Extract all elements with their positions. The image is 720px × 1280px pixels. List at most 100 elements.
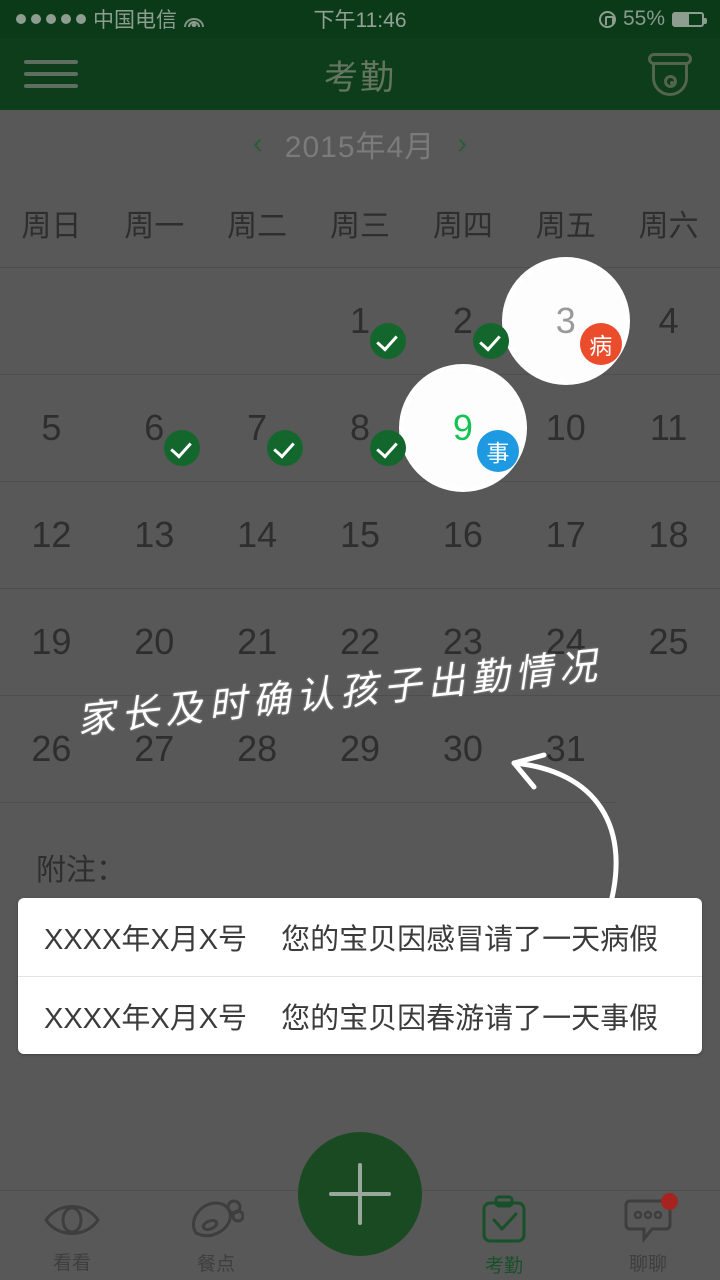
weekday-label-4: 周四 xyxy=(432,209,493,243)
day-number: 7 xyxy=(247,407,268,448)
day-number: 17 xyxy=(545,514,586,555)
tab-餐点[interactable]: 餐点 xyxy=(144,1191,288,1280)
calendar-day-14[interactable]: 14 xyxy=(205,482,309,589)
chat-bubble-icon xyxy=(622,1192,678,1243)
attendance-screen: 中国电信 下午11:46 55% 考勤 ‹ 2015年4月 › 周日 周一 周二 周三… xyxy=(0,0,720,1280)
tab-聊聊[interactable]: 聊聊 xyxy=(576,1191,720,1280)
status-bar: 中国电信 下午11:46 55% xyxy=(0,0,720,38)
page-title: 考勤 xyxy=(324,58,396,97)
calendar-day-16[interactable]: 16 xyxy=(411,482,515,589)
note-row[interactable]: XXXX年X月X号 您的宝贝因春游请了一天事假 xyxy=(18,976,702,1054)
day-number: 3 xyxy=(555,300,576,341)
unread-badge xyxy=(661,1192,678,1210)
calendar-day-3[interactable]: 3病 xyxy=(501,257,630,385)
weekday-label-1: 周一 xyxy=(124,209,185,243)
calendar-day-5[interactable]: 5 xyxy=(0,375,103,482)
day-number: 6 xyxy=(144,407,165,448)
day-number: 8 xyxy=(349,407,370,448)
day-number: 11 xyxy=(649,407,688,448)
calendar-cell-empty xyxy=(205,268,309,375)
tab-考勤[interactable]: 考勤 xyxy=(432,1191,576,1280)
next-month-button[interactable]: › xyxy=(457,129,467,159)
calendar-day-7[interactable]: 7 xyxy=(205,375,309,482)
day-number: 20 xyxy=(134,621,175,662)
weekday-label-2: 周二 xyxy=(227,209,288,243)
attendance-check-icon xyxy=(369,323,406,359)
dome-camera-icon[interactable] xyxy=(644,51,696,97)
day-number: 25 xyxy=(648,621,689,662)
weekday-label-5: 周五 xyxy=(535,209,596,243)
day-number: 2 xyxy=(452,300,473,341)
plus-icon xyxy=(329,1163,391,1225)
day-number: 22 xyxy=(339,621,381,662)
calendar-day-18[interactable]: 18 xyxy=(617,482,720,589)
calendar-day-6[interactable]: 6 xyxy=(102,375,206,482)
calendar-day-17[interactable]: 17 xyxy=(514,482,618,589)
note-date: XXXX年X月X号 xyxy=(44,924,248,956)
attendance-check-icon xyxy=(164,430,201,466)
calendar-day-9[interactable]: 9事 xyxy=(398,364,527,492)
calendar-day-4[interactable]: 4 xyxy=(617,268,720,375)
app-header: 考勤 xyxy=(0,38,720,110)
attendance-check-icon xyxy=(267,430,304,466)
calendar-day-13[interactable]: 13 xyxy=(102,482,206,589)
curved-arrow-icon xyxy=(511,752,619,916)
calendar-cell-empty xyxy=(0,268,103,375)
day-number: 14 xyxy=(237,514,278,555)
battery-icon xyxy=(672,11,707,27)
attendance-check-icon xyxy=(369,430,406,466)
weekday-label-3: 周三 xyxy=(329,209,390,243)
leave-badge-sick: 病 xyxy=(579,323,622,365)
day-number: 30 xyxy=(442,728,483,769)
notes-label: 附注： xyxy=(36,854,126,887)
battery-percent-label: 55% xyxy=(622,7,665,30)
day-number: 4 xyxy=(658,300,679,341)
day-number: 29 xyxy=(339,728,381,769)
day-number: 15 xyxy=(339,514,381,555)
month-navigation: ‹ 2015年4月 › xyxy=(0,110,720,178)
note-text: 您的宝贝因春游请了一天事假 xyxy=(281,1002,659,1035)
note-date: XXXX年X月X号 xyxy=(44,1002,248,1035)
day-number: 10 xyxy=(545,407,586,448)
status-bar-left: 中国电信 xyxy=(16,4,204,34)
tab-label: 看看 xyxy=(52,1252,91,1274)
weekday-header: 周日 周一 周二 周三 周四 周五 周六 xyxy=(0,178,720,268)
tab-看看[interactable]: 看看 xyxy=(0,1191,144,1280)
prev-month-button[interactable]: ‹ xyxy=(253,129,263,159)
day-number: 26 xyxy=(31,728,72,769)
day-number: 5 xyxy=(41,407,62,448)
signal-strength-icon xyxy=(16,14,86,24)
calendar-day-11[interactable]: 11 xyxy=(617,375,720,482)
day-number: 21 xyxy=(237,621,278,662)
calendar-day-2[interactable]: 2 xyxy=(411,268,515,375)
ham-meat-icon xyxy=(188,1197,244,1243)
day-number: 1 xyxy=(349,300,370,341)
day-number: 9 xyxy=(452,407,473,448)
calendar-day-8[interactable]: 8 xyxy=(308,375,412,482)
carrier-label: 中国电信 xyxy=(93,9,177,32)
tab-label: 聊聊 xyxy=(628,1253,667,1275)
eye-icon xyxy=(42,1198,102,1242)
day-number: 13 xyxy=(134,514,175,555)
day-number: 12 xyxy=(31,514,72,555)
day-number: 19 xyxy=(31,621,72,662)
weekday-label-6: 周六 xyxy=(638,209,699,243)
day-number: 16 xyxy=(442,514,483,555)
calendar-cell-empty xyxy=(102,268,206,375)
rotation-lock-icon xyxy=(598,10,616,28)
status-bar-right: 55% xyxy=(598,7,707,31)
month-label: 2015年4月 xyxy=(284,131,436,164)
calendar-day-15[interactable]: 15 xyxy=(308,482,412,589)
day-number: 18 xyxy=(648,514,689,555)
wifi-icon xyxy=(184,11,204,27)
calendar-day-1[interactable]: 1 xyxy=(308,268,412,375)
calendar-day-10[interactable]: 10 xyxy=(514,375,618,482)
add-button[interactable] xyxy=(298,1132,422,1256)
calendar-day-12[interactable]: 12 xyxy=(0,482,103,589)
calendar-day-19[interactable]: 19 xyxy=(0,589,103,696)
leave-badge-affair: 事 xyxy=(476,430,519,472)
weekday-label-0: 周日 xyxy=(21,209,82,243)
attendance-check-icon xyxy=(472,323,509,359)
tab-label: 考勤 xyxy=(484,1255,523,1277)
tab-label: 餐点 xyxy=(196,1253,235,1275)
